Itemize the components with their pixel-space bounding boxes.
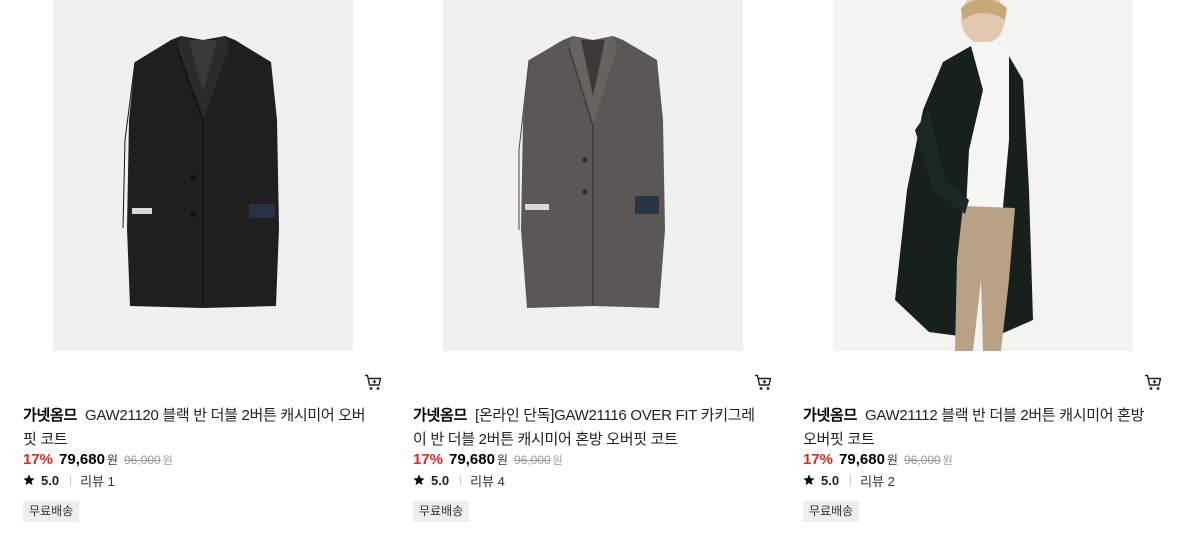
cart-icon	[755, 374, 772, 390]
product-brand[interactable]: 가넷옴므	[803, 407, 857, 424]
review-count[interactable]: 리뷰 2	[860, 471, 895, 490]
rating-row: 5.0 리뷰 1	[23, 471, 115, 489]
price-row: 17% 79,680 원 96,000 원	[23, 451, 173, 471]
star-icon	[23, 474, 35, 486]
add-to-cart-button[interactable]	[1144, 374, 1162, 391]
product-image[interactable]	[443, 0, 743, 351]
sale-price: 79,680	[839, 451, 885, 468]
star-icon	[803, 474, 815, 486]
original-price-currency: 원	[162, 455, 173, 467]
original-price: 96,000	[513, 453, 551, 467]
sale-price-currency: 원	[106, 453, 118, 467]
original-price-currency: 원	[942, 455, 953, 467]
free-shipping-badge: 무료배송	[803, 501, 860, 522]
product-title[interactable]: 가넷옴므 [온라인 단독]GAW21116 OVER FIT 카키그레이 반 더블…	[413, 404, 765, 452]
original-price-currency: 원	[552, 455, 563, 467]
divider	[850, 474, 852, 486]
model-wearing-coat-image	[833, 0, 1133, 351]
star-icon	[413, 474, 425, 486]
discount-rate: 17%	[23, 451, 54, 468]
price-row: 17% 79,680 원 96,000 원	[413, 451, 563, 471]
free-shipping-badge: 무료배송	[23, 501, 80, 522]
khaki-gray-coat-image	[443, 0, 743, 351]
product-card[interactable]: 가넷옴므 GAW21112 블랙 반 더블 2버튼 캐시미어 혼방 오버핏 코트 …	[802, 0, 1172, 535]
original-price: 96,000	[123, 453, 161, 467]
product-brand[interactable]: 가넷옴므	[23, 407, 77, 424]
divider	[70, 474, 72, 486]
product-grid: 가넷옴므 GAW21120 블랙 반 더블 2버튼 캐시미어 오버핏 코트 17%…	[0, 0, 1185, 535]
product-card[interactable]: 가넷옴므 GAW21120 블랙 반 더블 2버튼 캐시미어 오버핏 코트 17%…	[22, 0, 392, 535]
review-count[interactable]: 리뷰 1	[80, 471, 115, 490]
review-count[interactable]: 리뷰 4	[470, 471, 505, 490]
rating-score: 5.0	[821, 472, 840, 488]
discount-rate: 17%	[803, 451, 834, 468]
sale-price: 79,680	[449, 451, 495, 468]
divider	[460, 474, 462, 486]
sale-price: 79,680	[59, 451, 105, 468]
rating-score: 5.0	[431, 472, 450, 488]
sale-price-currency: 원	[496, 453, 508, 467]
rating-row: 5.0 리뷰 2	[803, 471, 895, 489]
price-row: 17% 79,680 원 96,000 원	[803, 451, 953, 471]
black-coat-image	[53, 0, 353, 351]
add-to-cart-button[interactable]	[364, 374, 382, 391]
free-shipping-badge: 무료배송	[413, 501, 470, 522]
product-title[interactable]: 가넷옴므 GAW21120 블랙 반 더블 2버튼 캐시미어 오버핏 코트	[23, 404, 375, 452]
discount-rate: 17%	[413, 451, 444, 468]
cart-icon	[1145, 374, 1162, 390]
sale-price-currency: 원	[886, 453, 898, 467]
product-title[interactable]: 가넷옴므 GAW21112 블랙 반 더블 2버튼 캐시미어 혼방 오버핏 코트	[803, 404, 1155, 452]
add-to-cart-button[interactable]	[754, 374, 772, 391]
product-image[interactable]	[833, 0, 1133, 351]
product-image[interactable]	[53, 0, 353, 351]
product-card[interactable]: 가넷옴므 [온라인 단독]GAW21116 OVER FIT 카키그레이 반 더블…	[412, 0, 782, 535]
rating-score: 5.0	[41, 472, 60, 488]
rating-row: 5.0 리뷰 4	[413, 471, 505, 489]
cart-icon	[365, 374, 382, 390]
original-price: 96,000	[903, 453, 941, 467]
product-brand[interactable]: 가넷옴므	[413, 407, 467, 424]
